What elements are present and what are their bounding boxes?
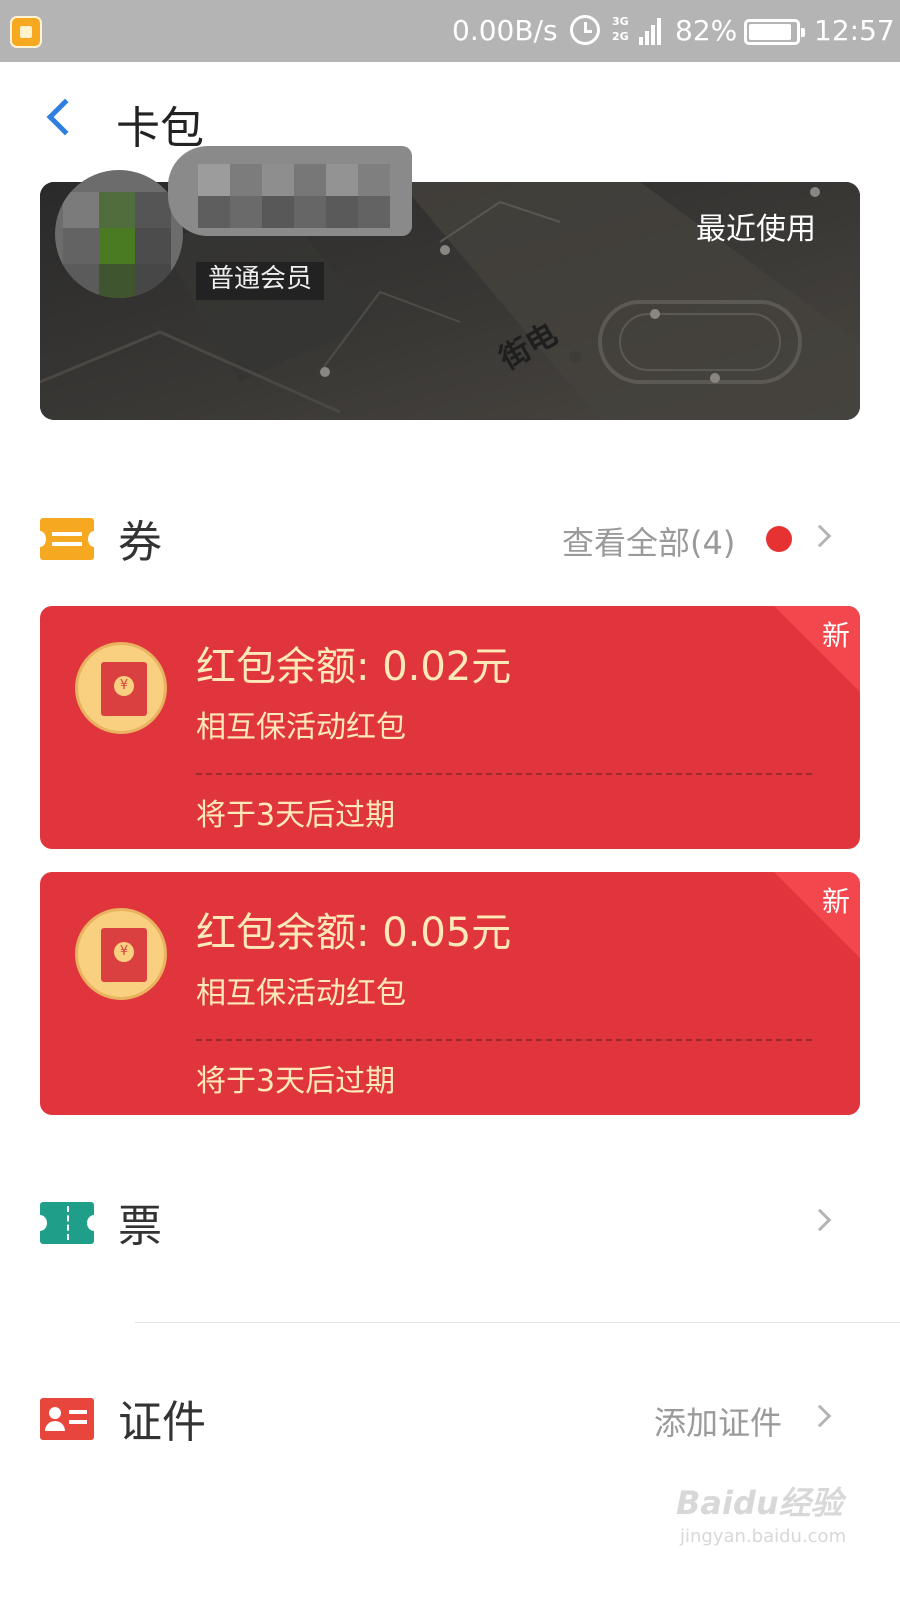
baidu-watermark: Baidu经验 jingyan.baidu.com <box>676 1478 846 1558</box>
coupon-amount: 红包余额: 0.02元 <box>196 644 512 690</box>
recent-used-label: 最近使用 <box>696 212 816 247</box>
coupon-icon <box>34 518 100 560</box>
coupons-title: 券 <box>118 517 162 568</box>
new-dot-indicator <box>766 526 792 552</box>
coupon-divider <box>196 773 812 775</box>
chevron-right-icon <box>808 524 832 548</box>
new-badge: 新 <box>821 619 850 652</box>
section-divider <box>135 1322 900 1323</box>
coupon-divider <box>196 1039 812 1041</box>
coupon-description: 相互保活动红包 <box>196 976 406 1011</box>
coupon-description: 相互保活动红包 <box>196 710 406 745</box>
red-envelope-icon: ¥ <box>75 908 167 1000</box>
tickets-section[interactable]: 票 <box>0 1184 900 1264</box>
member-name-blurred <box>168 146 412 236</box>
chevron-left-icon <box>46 98 84 136</box>
red-packet-coupon[interactable]: 新 ¥ 红包余额: 0.05元 相互保活动红包 将于3天后过期 <box>40 872 860 1115</box>
page-title: 卡包 <box>116 103 204 154</box>
coupon-expiry: 将于3天后过期 <box>196 1064 396 1099</box>
clock: 12:57 <box>814 14 895 47</box>
yuan-symbol: ¥ <box>114 676 134 696</box>
chevron-right-icon <box>808 1208 832 1232</box>
red-envelope-icon: ¥ <box>75 642 167 734</box>
certificates-section[interactable]: 证件 添加证件 <box>0 1380 900 1460</box>
status-bar: 0.00B/s 3G 2G 82% 12:57 <box>0 0 900 62</box>
signal-icon: 3G 2G <box>612 14 662 48</box>
tickets-title: 票 <box>118 1201 162 1252</box>
alarm-icon <box>570 15 600 45</box>
network-3g-label: 3G <box>612 15 629 28</box>
app-notification-icon <box>10 16 42 48</box>
battery-percent: 82% <box>675 14 738 47</box>
id-card-icon <box>40 1398 94 1440</box>
watermark-url: jingyan.baidu.com <box>680 1526 847 1547</box>
red-packet-coupon[interactable]: 新 ¥ 红包余额: 0.02元 相互保活动红包 将于3天后过期 <box>40 606 860 849</box>
coupons-section-header[interactable]: 券 查看全部(4) <box>0 500 900 580</box>
chevron-right-icon <box>808 1404 832 1428</box>
battery-icon <box>744 19 805 45</box>
coupon-amount: 红包余额: 0.05元 <box>196 910 512 956</box>
coupon-expiry: 将于3天后过期 <box>196 798 396 833</box>
watermark-brand: Baidu经验 <box>676 1484 843 1522</box>
yuan-symbol: ¥ <box>114 942 134 962</box>
member-level-badge: 普通会员 <box>196 262 325 300</box>
ticket-icon <box>33 1202 101 1244</box>
network-2g-label: 2G <box>612 30 629 43</box>
net-speed: 0.00B/s <box>452 14 558 47</box>
back-button[interactable] <box>38 92 88 148</box>
avatar <box>55 170 183 298</box>
view-all-coupons-link[interactable]: 查看全部(4) <box>562 518 735 564</box>
new-badge: 新 <box>821 885 850 918</box>
page-header: 卡包 <box>0 62 900 180</box>
certificates-title: 证件 <box>118 1397 206 1448</box>
add-certificate-link[interactable]: 添加证件 <box>654 1398 782 1444</box>
